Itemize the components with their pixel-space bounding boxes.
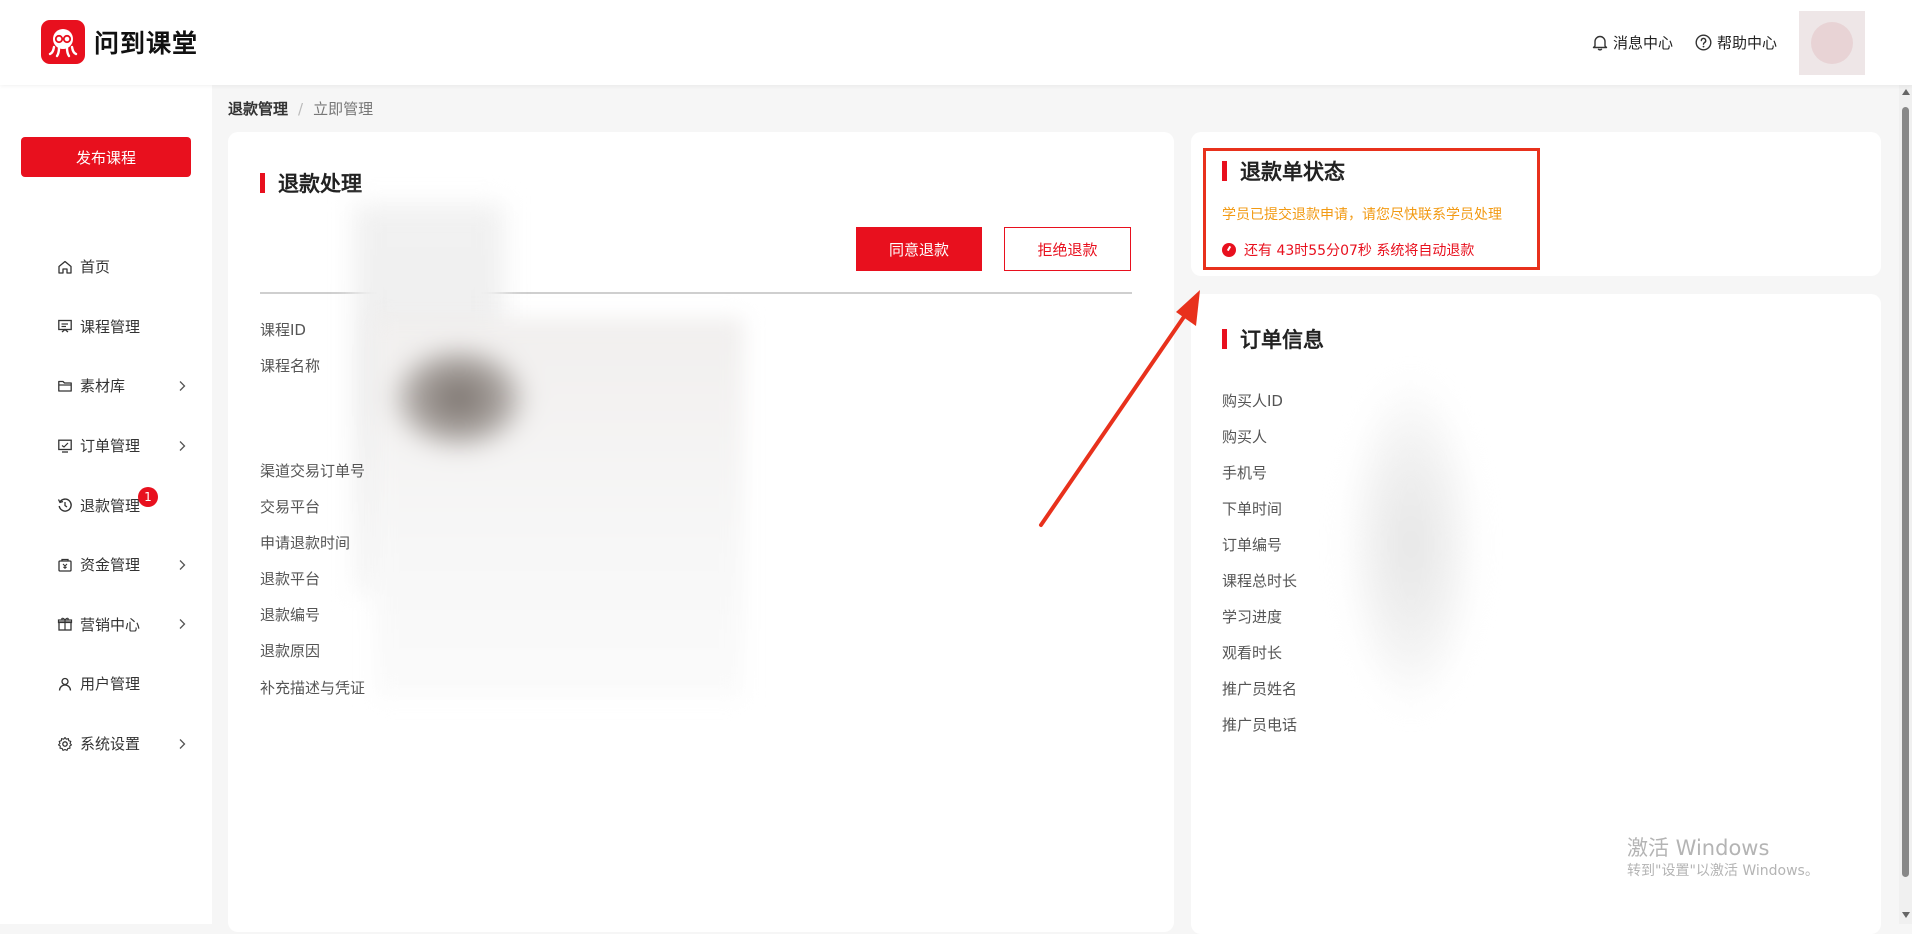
avatar-image <box>1811 21 1853 64</box>
reject-refund-button[interactable]: 拒绝退款 <box>1004 227 1131 271</box>
field-learning-progress: 学习进度 <box>1222 608 1283 626</box>
course-icon <box>56 317 74 335</box>
logo-text: 问到课堂 <box>94 29 199 58</box>
user-icon <box>56 675 74 693</box>
order-icon <box>56 437 74 455</box>
sidebar: 发布课程 首页 课程管理 素材库 订单管理 退款管理 1 资金管理 营销中心 用… <box>0 85 212 924</box>
breadcrumb: 退款管理 / 立即管理 <box>228 98 373 119</box>
field-trade-platform: 交易平台 <box>260 498 321 516</box>
messages-label: 消息中心 <box>1612 34 1673 52</box>
sidebar-item-home[interactable]: 首页 <box>0 237 212 297</box>
agree-refund-button[interactable]: 同意退款 <box>856 227 982 271</box>
refund-processing-title-text: 退款处理 <box>278 172 362 196</box>
vertical-scrollbar[interactable] <box>1899 85 1912 924</box>
countdown-text: 还有 43时55分07秒 系统将自动退款 <box>1244 243 1475 259</box>
refund-processing-title: 退款处理 <box>260 168 362 198</box>
field-promoter-name: 推广员姓名 <box>1222 680 1298 698</box>
field-watch-time: 观看时长 <box>1222 644 1283 662</box>
sidebar-item-label: 订单管理 <box>80 437 141 456</box>
field-promoter-phone: 推广员电话 <box>1222 716 1298 734</box>
help-circle-icon <box>1695 34 1712 51</box>
sidebar-item-material-library[interactable]: 素材库 <box>0 356 212 416</box>
refund-icon <box>56 496 74 514</box>
sidebar-item-label: 课程管理 <box>80 317 141 336</box>
sidebar-item-fund-management[interactable]: 资金管理 <box>0 535 212 595</box>
gear-icon <box>56 735 74 753</box>
title-accent-bar <box>1222 161 1227 181</box>
sidebar-nav: 首页 课程管理 素材库 订单管理 退款管理 1 资金管理 营销中心 用户管理 系… <box>0 237 212 773</box>
field-phone: 手机号 <box>1222 464 1268 482</box>
messages-link[interactable]: 消息中心 <box>1592 32 1673 53</box>
chevron-right-icon <box>179 381 186 391</box>
bell-icon <box>1592 35 1608 51</box>
sidebar-item-label: 营销中心 <box>80 615 141 634</box>
field-order-no: 订单编号 <box>1222 536 1283 554</box>
refund-processing-card: 退款处理 同意退款 拒绝退款 课程ID 课程名称 渠道交易订单号 交易平台 申请… <box>228 132 1174 932</box>
sidebar-item-order-management[interactable]: 订单管理 <box>0 416 212 476</box>
field-buyer: 购买人 <box>1222 428 1268 446</box>
clock-icon <box>1222 243 1236 257</box>
field-course-id: 课程ID <box>260 321 306 339</box>
chevron-right-icon <box>179 738 186 749</box>
breadcrumb-refund-management[interactable]: 退款管理 <box>228 98 288 119</box>
redacted-order-values-blur <box>1321 364 1521 754</box>
field-buyer-id: 购买人ID <box>1222 392 1283 410</box>
logo-octopus-icon <box>41 20 85 64</box>
sidebar-item-label: 用户管理 <box>80 675 141 694</box>
wallet-icon <box>56 556 74 574</box>
breadcrumb-current: 立即管理 <box>313 100 374 118</box>
field-supplement-evidence: 补充描述与凭证 <box>260 679 366 697</box>
redacted-course-image-blur <box>374 318 744 698</box>
windows-activation-watermark-hint: 转到"设置"以激活 Windows。 <box>1627 863 1819 879</box>
refund-count-badge: 1 <box>138 487 158 508</box>
sidebar-item-user-management[interactable]: 用户管理 <box>0 654 212 714</box>
publish-course-button[interactable]: 发布课程 <box>21 137 191 177</box>
sidebar-item-label: 素材库 <box>80 377 126 396</box>
help-label: 帮助中心 <box>1716 34 1777 52</box>
sidebar-item-marketing-center[interactable]: 营销中心 <box>0 595 212 655</box>
sidebar-item-label: 资金管理 <box>80 556 141 575</box>
breadcrumb-separator: / <box>298 99 304 118</box>
refund-status-title: 退款单状态 <box>1222 156 1345 186</box>
help-link[interactable]: 帮助中心 <box>1695 32 1777 53</box>
field-refund-platform: 退款平台 <box>260 570 321 588</box>
order-info-title: 订单信息 <box>1222 324 1324 354</box>
home-icon <box>56 258 74 276</box>
order-info-card: 订单信息 购买人ID 购买人 手机号 下单时间 订单编号 课程总时长 学习进度 … <box>1191 294 1881 934</box>
auto-refund-countdown: 还有 43时55分07秒 系统将自动退款 <box>1222 240 1474 260</box>
sidebar-item-label: 系统设置 <box>80 735 141 754</box>
chevron-right-icon <box>179 440 186 451</box>
scroll-up-arrow-icon[interactable] <box>1902 89 1910 95</box>
avatar[interactable] <box>1799 10 1865 75</box>
refund-status-title-text: 退款单状态 <box>1240 160 1345 184</box>
scrollbar-thumb[interactable] <box>1902 107 1909 877</box>
chevron-right-icon <box>179 559 186 570</box>
scroll-down-arrow-icon[interactable] <box>1902 912 1910 918</box>
field-refund-apply-time: 申请退款时间 <box>260 534 351 552</box>
order-info-title-text: 订单信息 <box>1240 328 1324 352</box>
field-course-duration: 课程总时长 <box>1222 572 1298 590</box>
gift-icon <box>56 615 74 633</box>
title-accent-bar <box>1222 329 1227 349</box>
chevron-right-icon <box>179 619 186 630</box>
windows-activation-watermark-title: 激活 Windows <box>1627 836 1770 860</box>
field-refund-reason: 退款原因 <box>260 642 321 660</box>
field-refund-no: 退款编号 <box>260 606 321 624</box>
title-accent-bar <box>260 173 265 193</box>
field-channel-order-no: 渠道交易订单号 <box>260 462 366 480</box>
field-order-time: 下单时间 <box>1222 500 1283 518</box>
sidebar-item-label: 退款管理 <box>80 496 141 515</box>
status-warning-text: 学员已提交退款申请，请您尽快联系学员处理 <box>1222 207 1502 223</box>
sidebar-item-label: 首页 <box>80 258 111 277</box>
sidebar-item-course-management[interactable]: 课程管理 <box>0 297 212 357</box>
sidebar-item-system-settings[interactable]: 系统设置 <box>0 714 212 774</box>
refund-status-card: 退款单状态 学员已提交退款申请，请您尽快联系学员处理 还有 43时55分07秒 … <box>1191 132 1881 276</box>
folder-icon <box>56 377 74 395</box>
sidebar-item-refund-management[interactable]: 退款管理 1 <box>0 475 212 535</box>
field-course-name: 课程名称 <box>260 357 321 375</box>
logo[interactable]: 问到课堂 <box>41 20 198 64</box>
top-header: 问到课堂 消息中心 帮助中心 <box>0 0 1912 85</box>
